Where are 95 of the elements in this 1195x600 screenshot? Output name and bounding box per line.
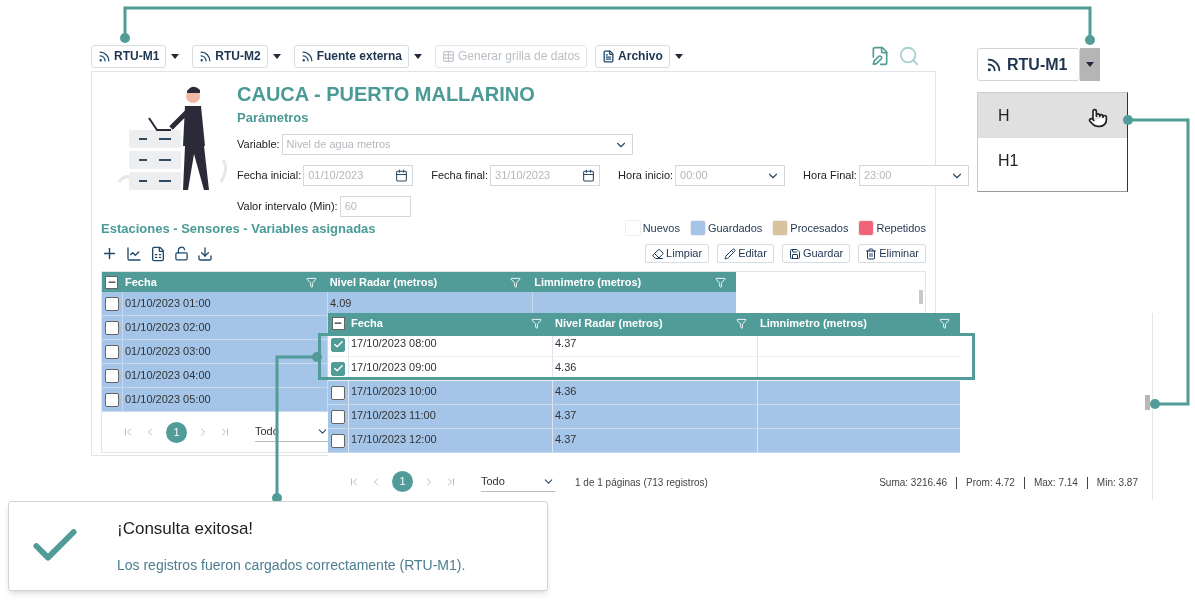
- action-button[interactable]: Limpiar: [645, 244, 710, 263]
- row-checkbox[interactable]: [105, 344, 119, 359]
- legend-label: Guardados: [707, 221, 763, 236]
- field-label: Hora Final:: [803, 167, 857, 183]
- table-cell: 4.37: [552, 405, 757, 428]
- menu-item[interactable]: H: [978, 93, 1127, 138]
- calendar-icon[interactable]: [395, 168, 409, 182]
- field-label: Variable:: [237, 136, 280, 152]
- section-heading: Estaciones - Sensores - Variables asignadas: [101, 219, 376, 238]
- table-cell: 17/10/2023 09:00: [348, 357, 552, 380]
- row-checkbox[interactable]: [331, 433, 345, 448]
- table-cell: 4.36: [552, 381, 757, 404]
- select-field[interactable]: 23:00: [858, 164, 969, 186]
- legend-label: Procesados: [790, 221, 849, 236]
- pagination-summary: 1 de 1 páginas (713 registros): [575, 476, 708, 490]
- table-cell: 17/10/2023 12:00: [348, 429, 552, 452]
- feed-icon: [199, 49, 213, 63]
- select-field[interactable]: 00:00: [675, 164, 786, 186]
- field-label: Fecha inicial:: [237, 167, 302, 183]
- caret-icon[interactable]: [414, 53, 422, 59]
- filter-icon[interactable]: [510, 276, 522, 288]
- table-cell: 4.37: [552, 333, 757, 356]
- caret-icon[interactable]: [674, 53, 683, 59]
- toolbar-button[interactable]: RTU-M2: [192, 44, 268, 68]
- feed-icon: [98, 49, 111, 63]
- summary-stat: Min: 3.87: [1096, 476, 1138, 490]
- table-cell: 4.37: [552, 429, 757, 452]
- row-checkbox[interactable]: [105, 368, 119, 383]
- legend-label: Repetidos: [876, 221, 926, 236]
- save-icon: [788, 247, 801, 260]
- action-button[interactable]: Guardar: [781, 244, 851, 263]
- table-cell: 01/10/2023 01:00: [122, 292, 327, 315]
- table-cell: 4.36: [552, 357, 757, 380]
- document-icon[interactable]: [150, 245, 166, 262]
- trash-icon: [865, 247, 878, 260]
- summary-stat: Prom: 4.72: [966, 476, 1015, 490]
- row-checkbox[interactable]: [331, 337, 345, 352]
- action-button[interactable]: Editar: [717, 244, 774, 263]
- feed-icon: [986, 56, 1002, 73]
- table-cell: 17/10/2023 10:00: [348, 381, 552, 404]
- toolbar-button[interactable]: RTU-M1: [91, 44, 167, 68]
- page-title: CAUCA - PUERTO MALLARINO: [237, 82, 536, 106]
- eraser-icon: [652, 247, 665, 260]
- document-icon: [602, 49, 616, 63]
- table-cell: 01/10/2023 02:00: [122, 316, 327, 339]
- line-chart-icon[interactable]: [126, 245, 142, 262]
- summary-stat: Max: 7.14: [1033, 476, 1078, 490]
- scrollbar-thumb[interactable]: [1145, 395, 1150, 410]
- field-label: Fecha final:: [431, 167, 489, 183]
- action-button[interactable]: Eliminar: [858, 244, 926, 263]
- row-checkbox[interactable]: [331, 361, 345, 376]
- select-field[interactable]: Nivel de agua metros: [281, 133, 633, 155]
- row-checkbox[interactable]: [105, 320, 119, 335]
- filter-icon[interactable]: [531, 317, 542, 329]
- input-field[interactable]: 60: [339, 195, 411, 217]
- caret-icon[interactable]: [272, 53, 281, 59]
- row-checkbox[interactable]: [105, 296, 119, 311]
- date-field[interactable]: 01/10/2023: [303, 164, 414, 186]
- field-label: Valor intervalo (Min):: [237, 198, 338, 214]
- filter-icon[interactable]: [305, 276, 317, 288]
- filter-icon[interactable]: [939, 317, 950, 329]
- caret-icon[interactable]: [1086, 62, 1094, 67]
- toolbar-button[interactable]: Archivo: [595, 44, 670, 68]
- select-all-checkbox[interactable]: [105, 275, 119, 289]
- dropdown-toggle[interactable]: [1080, 48, 1100, 81]
- table-cell: 01/10/2023 05:00: [122, 388, 327, 411]
- row-checkbox[interactable]: [331, 385, 345, 400]
- row-checkbox[interactable]: [331, 409, 345, 424]
- station-button[interactable]: RTU-M1: [977, 48, 1080, 81]
- calendar-icon[interactable]: [582, 168, 596, 182]
- select-all-checkbox[interactable]: [331, 316, 345, 330]
- table-cell: 17/10/2023 11:00: [348, 405, 552, 428]
- date-field[interactable]: 31/10/2023: [490, 164, 601, 186]
- document-clip-icon[interactable]: [870, 46, 890, 66]
- feed-icon: [300, 49, 314, 63]
- pencil-icon: [724, 247, 737, 260]
- filter-icon[interactable]: [715, 276, 726, 288]
- table-cell: 01/10/2023 04:00: [122, 364, 327, 387]
- row-checkbox[interactable]: [105, 392, 119, 407]
- toast-title: ¡Consulta exitosa!: [117, 517, 255, 540]
- summary-stat: Suma: 3216.46: [879, 476, 947, 490]
- filter-icon[interactable]: [736, 317, 747, 329]
- table-icon: [442, 49, 455, 63]
- unlock-icon[interactable]: [174, 246, 189, 261]
- legend-label: Nuevos: [642, 221, 680, 236]
- caret-icon[interactable]: [171, 53, 180, 59]
- toolbar-button[interactable]: Fuente externa: [293, 44, 409, 68]
- field-label: Hora inicio:: [618, 167, 674, 183]
- table-cell: 17/10/2023 08:00: [348, 333, 552, 356]
- hand-cursor-icon: [1088, 108, 1108, 128]
- section-heading: Parámetros: [237, 109, 310, 127]
- toast-message: Los registros fueron cargados correctamente (RTU-M1).: [117, 556, 466, 576]
- scrollbar-thumb[interactable]: [919, 290, 923, 304]
- add-icon[interactable]: [101, 245, 118, 262]
- download-icon[interactable]: [197, 245, 213, 262]
